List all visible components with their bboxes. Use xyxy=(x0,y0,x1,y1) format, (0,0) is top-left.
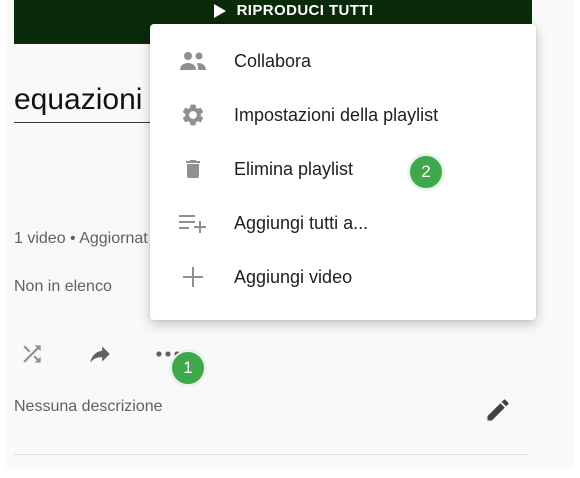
playlist-title[interactable]: equazioni xyxy=(14,82,152,123)
section-divider xyxy=(14,454,528,455)
annotation-badge-1: 1 xyxy=(170,350,206,386)
annotation-badge-2: 2 xyxy=(408,154,444,190)
play-icon xyxy=(213,4,226,18)
menu-item-label: Aggiungi video xyxy=(234,266,353,287)
shuffle-button[interactable] xyxy=(16,338,48,370)
menu-item-aggiungi-tutti[interactable]: Aggiungi tutti a... xyxy=(150,196,536,250)
pencil-icon xyxy=(487,399,509,421)
menu-item-label: Collabora xyxy=(234,50,312,71)
share-button[interactable] xyxy=(84,338,116,370)
playlist-description[interactable]: Nessuna descrizione xyxy=(14,398,163,416)
menu-item-label: Elimina playlist xyxy=(234,158,354,179)
gear-icon xyxy=(176,103,210,127)
trash-icon xyxy=(176,157,210,181)
privacy-status[interactable]: Non in elenco xyxy=(14,278,148,296)
playlist-options-menu: Collabora Impostazioni della playlist El… xyxy=(150,24,536,320)
plus-icon xyxy=(176,265,210,289)
share-arrow-icon xyxy=(90,346,110,363)
menu-item-impostazioni[interactable]: Impostazioni della playlist xyxy=(150,88,536,142)
play-all-label: RIPRODUCI TUTTI xyxy=(236,2,374,19)
shuffle-icon xyxy=(23,345,41,363)
menu-item-label: Aggiungi tutti a... xyxy=(234,212,369,233)
menu-item-elimina[interactable]: Elimina playlist xyxy=(150,142,536,196)
playlist-add-icon xyxy=(176,211,210,235)
menu-item-collabora[interactable]: Collabora xyxy=(150,34,536,88)
edit-description-button[interactable] xyxy=(484,396,512,429)
playlist-actions xyxy=(16,338,184,370)
menu-item-aggiungi-video[interactable]: Aggiungi video xyxy=(150,250,536,304)
playlist-stats: 1 video • Aggiornata oggi xyxy=(14,230,148,247)
menu-item-label: Impostazioni della playlist xyxy=(234,104,439,125)
people-icon xyxy=(176,49,210,73)
